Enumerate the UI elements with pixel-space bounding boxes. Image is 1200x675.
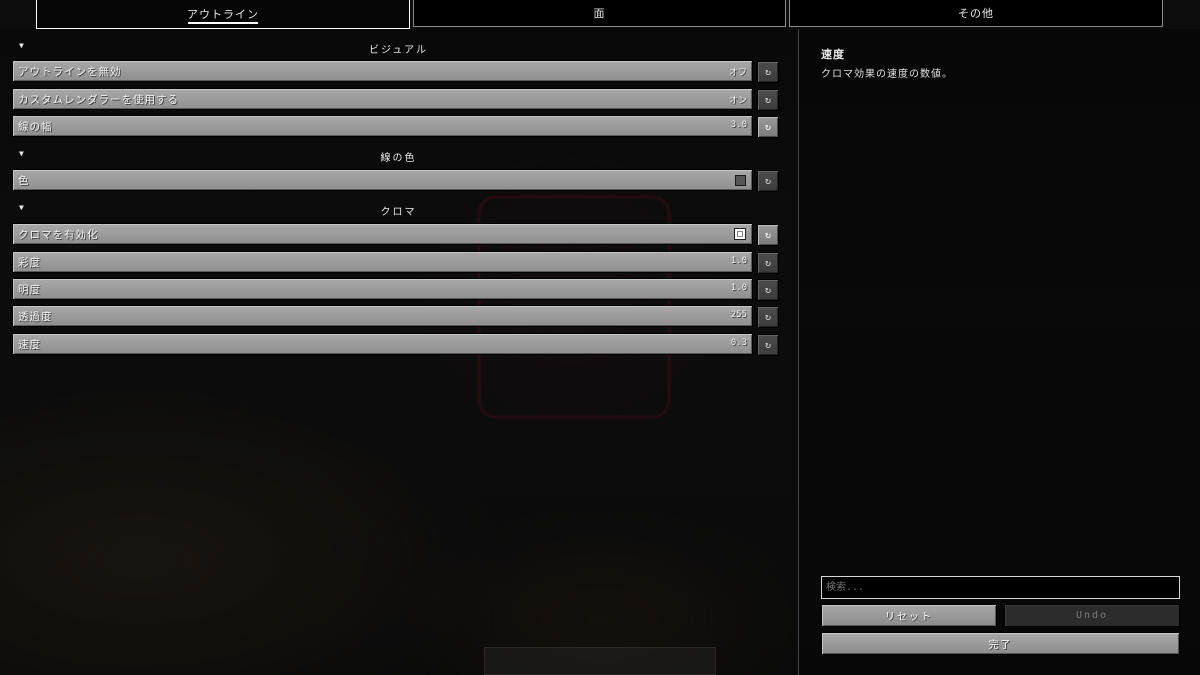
- reset-glyph: ↻: [764, 175, 772, 187]
- reset-icon[interactable]: ↻: [757, 279, 779, 301]
- reset-glyph: ↻: [764, 284, 772, 296]
- option-value: 0.3: [730, 338, 747, 348]
- tab-face-label: 面: [593, 7, 606, 20]
- option-label: カスタムレンダラーを使用する: [18, 94, 179, 106]
- reset-glyph: ↻: [764, 229, 772, 241]
- reset-button[interactable]: リセット: [821, 604, 997, 627]
- color-swatch[interactable]: [735, 175, 746, 186]
- checkbox-checked-icon[interactable]: [734, 228, 746, 240]
- option-line-width[interactable]: 線の幅 3.0: [12, 115, 753, 137]
- option-custom-renderer[interactable]: カスタムレンダラーを使用する オン: [12, 88, 753, 110]
- section-visual[interactable]: ▼ ビジュアル: [0, 38, 797, 58]
- option-enable-chroma[interactable]: クロマを有効化: [12, 223, 753, 245]
- option-label: 色: [18, 175, 30, 187]
- option-label: アウトラインを無効: [18, 66, 122, 78]
- option-label: 速度: [18, 339, 41, 351]
- option-label: クロマを有効化: [18, 229, 99, 241]
- reset-glyph: ↻: [764, 66, 772, 78]
- reset-glyph: ↻: [764, 121, 772, 133]
- option-value: 1.0: [730, 283, 747, 293]
- undo-button[interactable]: Undo: [1004, 604, 1180, 627]
- option-value: オン: [728, 96, 747, 106]
- reset-icon[interactable]: ↻: [757, 334, 779, 356]
- reset-icon[interactable]: ↻: [757, 224, 779, 246]
- reset-icon[interactable]: ↻: [757, 61, 779, 83]
- reset-icon[interactable]: ↻: [757, 89, 779, 111]
- option-label: 線の幅: [18, 121, 53, 133]
- tab-active-underline: [188, 22, 258, 24]
- section-chroma[interactable]: ▼ クロマ: [0, 200, 797, 220]
- reset-icon[interactable]: ↻: [757, 252, 779, 274]
- option-value: 255: [730, 310, 747, 320]
- search-input[interactable]: [821, 576, 1180, 599]
- option-opacity[interactable]: 透過度 255: [12, 305, 753, 327]
- option-saturation[interactable]: 彩度 1.0: [12, 251, 753, 273]
- option-brightness[interactable]: 明度 1.0: [12, 278, 753, 300]
- section-line-color-title: 線の色: [380, 153, 417, 164]
- option-disable-outline[interactable]: アウトラインを無効 オフ: [12, 60, 753, 82]
- option-value: 1.0: [730, 256, 747, 266]
- option-color[interactable]: 色: [12, 169, 753, 191]
- option-value: オフ: [728, 68, 747, 78]
- reset-glyph: ↻: [764, 94, 772, 106]
- tab-outline[interactable]: アウトライン: [36, 0, 410, 29]
- description-text: クロマ効果の速度の数値。: [821, 69, 953, 80]
- option-label: 彩度: [18, 257, 41, 269]
- section-chroma-title: クロマ: [380, 207, 417, 218]
- reset-glyph: ↻: [764, 257, 772, 269]
- reset-glyph: ↻: [764, 339, 772, 351]
- tab-other-label: その他: [958, 7, 994, 20]
- section-visual-title: ビジュアル: [369, 45, 428, 56]
- reset-glyph: ↻: [764, 311, 772, 323]
- tab-face[interactable]: 面: [413, 0, 786, 27]
- description-title: 速度: [821, 48, 845, 61]
- done-button[interactable]: 完了: [821, 632, 1180, 655]
- reset-icon[interactable]: ↻: [757, 170, 779, 192]
- reset-icon[interactable]: ↻: [757, 116, 779, 138]
- tab-outline-label: アウトライン: [187, 8, 259, 21]
- option-label: 透過度: [18, 311, 53, 323]
- option-label: 明度: [18, 284, 41, 296]
- section-line-color[interactable]: ▼ 線の色: [0, 146, 797, 166]
- reset-icon[interactable]: ↻: [757, 306, 779, 328]
- option-value: 3.0: [730, 120, 747, 130]
- option-speed[interactable]: 速度 0.3: [12, 333, 753, 355]
- tab-other[interactable]: その他: [789, 0, 1163, 27]
